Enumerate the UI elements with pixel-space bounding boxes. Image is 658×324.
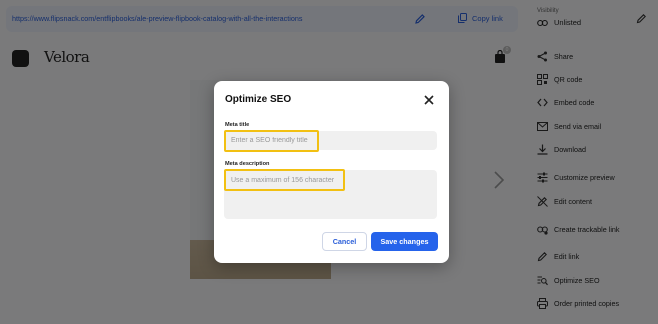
meta-title-label: Meta title <box>225 122 250 128</box>
save-changes-button[interactable]: Save changes <box>371 232 438 251</box>
cancel-button[interactable]: Cancel <box>322 232 367 251</box>
dialog-title: Optimize SEO <box>225 94 292 105</box>
meta-description-label: Meta description <box>225 161 270 167</box>
meta-description-textarea[interactable] <box>224 170 437 219</box>
close-icon[interactable] <box>423 94 435 106</box>
meta-title-input[interactable] <box>224 131 437 150</box>
optimize-seo-dialog: Optimize SEO Meta title Meta description… <box>214 81 449 263</box>
